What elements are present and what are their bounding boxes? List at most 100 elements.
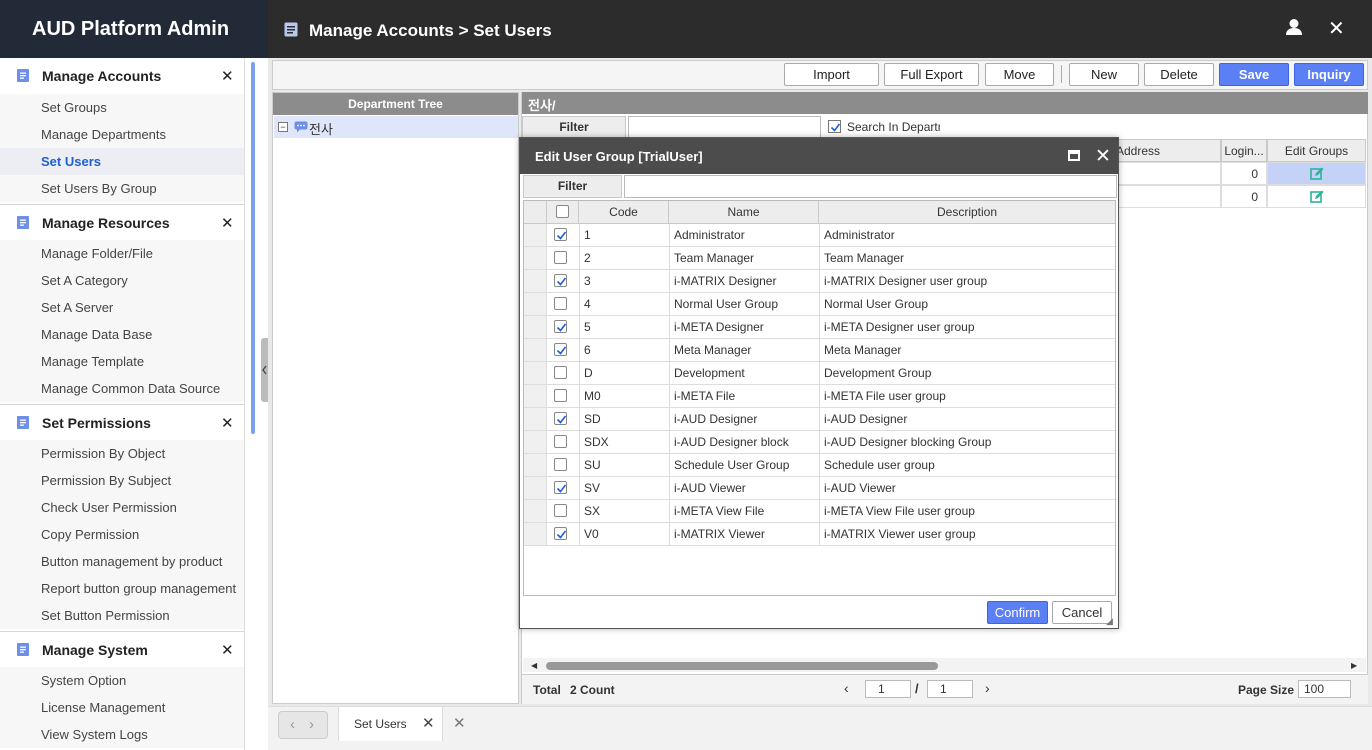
sidebar-scrollbar[interactable] [251,62,255,434]
tree-node-root[interactable]: − 전사 [274,116,518,138]
close-icon[interactable]: ✕ [221,414,234,432]
close-icon[interactable]: ✕ [221,641,234,659]
sidebar-item-manage-folder-file[interactable]: Manage Folder/File [0,240,244,267]
row-checkbox[interactable] [554,251,567,264]
table-row[interactable]: SV i-AUD Viewer i-AUD Viewer [524,477,1115,500]
horizontal-scrollbar[interactable]: ◀ ▶ [523,658,1366,672]
sidebar-item-manage-departments[interactable]: Manage Departments [0,121,244,148]
sidebar-item-set-a-category[interactable]: Set A Category [0,267,244,294]
row-checkbox[interactable] [554,343,567,356]
table-row[interactable]: 1 Administrator Administrator [524,224,1115,247]
maximize-icon[interactable] [1068,150,1080,161]
row-checkbox[interactable] [554,458,567,471]
col-address[interactable]: Address [1113,139,1221,162]
collapse-icon[interactable]: − [278,122,288,132]
tab-prev-icon[interactable]: ‹ [290,716,295,733]
close-icon[interactable]: ✕ [1328,16,1345,41]
row-checkbox[interactable] [554,274,567,287]
sidebar-item-set-users[interactable]: Set Users [0,148,244,175]
sidebar-group-manage-resources[interactable]: Manage Resources ✕ [0,204,244,240]
sidebar-item-manage-template[interactable]: Manage Template [0,348,244,375]
sidebar-item-copy-permission[interactable]: Copy Permission [0,521,244,548]
sidebar-item-set-users-by-group[interactable]: Set Users By Group [0,175,244,202]
table-row[interactable]: 6 Meta Manager Meta Manager [524,339,1115,362]
page-input[interactable]: 1 [865,680,911,698]
table-row[interactable]: 2 Team Manager Team Manager [524,247,1115,270]
table-row[interactable]: D Development Development Group [524,362,1115,385]
edit-groups-cell[interactable] [1267,162,1366,185]
sidebar-item-system-option[interactable]: System Option [0,667,244,694]
sidebar-item-license-management[interactable]: License Management [0,694,244,721]
sidebar-item-set-button-permission[interactable]: Set Button Permission [0,602,244,629]
scroll-thumb[interactable] [546,662,938,670]
row-checkbox[interactable] [554,320,567,333]
row-checkbox[interactable] [554,435,567,448]
row-checkbox[interactable] [554,527,567,540]
resize-handle-icon[interactable]: ◢ [1106,616,1113,627]
sidebar-group-manage-system[interactable]: Manage System ✕ [0,631,244,667]
sidebar-item-manage-data-base[interactable]: Manage Data Base [0,321,244,348]
scroll-right-icon[interactable]: ▶ [1351,661,1357,670]
row-checkbox[interactable] [554,297,567,310]
table-row[interactable]: 3 i-MATRIX Designer i-MATRIX Designer user… [524,270,1115,293]
sidebar-item-view-system-logs[interactable]: View System Logs [0,721,244,748]
table-row[interactable]: M0 i-META File i-META File user group [524,385,1115,408]
table-row[interactable]: 4 Normal User Group Normal User Group [524,293,1115,316]
table-row[interactable]: SDX i-AUD Designer block i-AUD Designer bl… [524,431,1115,454]
row-checkbox[interactable] [554,389,567,402]
filter-input[interactable] [624,175,1117,198]
row-checkbox[interactable] [554,504,567,517]
row-checkbox[interactable] [554,412,567,425]
select-all-checkbox[interactable] [556,205,569,218]
new-button[interactable]: New [1069,63,1139,86]
close-icon[interactable]: ✕ [221,214,234,232]
import-button[interactable]: Import [784,63,879,86]
sidebar-item-button-management[interactable]: Button management by product [0,548,244,575]
edit-icon[interactable] [1309,190,1324,207]
sidebar-item-set-groups[interactable]: Set Groups [0,94,244,121]
page-size-input[interactable]: 100 [1298,680,1351,698]
row-checkbox[interactable] [554,366,567,379]
full-export-button[interactable]: Full Export [884,63,979,86]
col-name[interactable]: Name [669,201,819,224]
cancel-button[interactable]: Cancel [1052,601,1112,624]
row-checkbox[interactable] [554,228,567,241]
sidebar-group-manage-accounts[interactable]: Manage Accounts ✕ [0,58,244,94]
table-row[interactable]: SU Schedule User Group Schedule user group [524,454,1115,477]
edit-groups-cell[interactable] [1267,185,1366,208]
user-icon[interactable] [1285,18,1303,39]
close-icon[interactable]: ✕ [1095,145,1111,168]
search-in-department-checkbox[interactable] [828,120,841,133]
delete-button[interactable]: Delete [1144,63,1214,86]
table-row[interactable]: SD i-AUD Designer i-AUD Designer [524,408,1115,431]
sidebar-item-check-user-permission[interactable]: Check User Permission [0,494,244,521]
tab-next-icon[interactable]: › [309,716,314,733]
edit-icon[interactable] [1309,167,1324,184]
sidebar-item-permission-by-object[interactable]: Permission By Object [0,440,244,467]
confirm-button[interactable]: Confirm [987,601,1048,624]
table-row[interactable]: SX i-META View File i-META View File user … [524,500,1115,523]
next-page-icon[interactable]: › [985,680,990,696]
col-login[interactable]: Login... [1221,139,1267,162]
table-row[interactable]: 5 i-META Designer i-META Designer user gro… [524,316,1115,339]
inquiry-button[interactable]: Inquiry [1294,63,1364,86]
row-checkbox[interactable] [554,481,567,494]
sidebar-item-report-button-group[interactable]: Report button group management [0,575,244,602]
sidebar-collapse-handle[interactable] [261,338,268,402]
scroll-left-icon[interactable]: ◀ [531,661,537,670]
col-edit-groups[interactable]: Edit Groups [1267,139,1366,162]
col-description[interactable]: Description [819,201,1115,224]
close-all-icon[interactable]: ✕ [453,714,466,732]
sidebar-group-set-permissions[interactable]: Set Permissions ✕ [0,404,244,440]
close-icon[interactable]: ✕ [221,67,234,85]
save-button[interactable]: Save [1219,63,1289,86]
tab-set-users[interactable]: Set Users ✕ [338,707,443,741]
prev-page-icon[interactable]: ‹ [844,680,849,696]
table-row[interactable]: V0 i-MATRIX Viewer i-MATRIX Viewer user gr… [524,523,1115,546]
filter-input[interactable] [628,116,821,138]
close-icon[interactable]: ✕ [422,714,435,732]
sidebar-item-permission-by-subject[interactable]: Permission By Subject [0,467,244,494]
sidebar-item-manage-common-data-source[interactable]: Manage Common Data Source [0,375,244,402]
move-button[interactable]: Move [985,63,1054,86]
sidebar-item-set-a-server[interactable]: Set A Server [0,294,244,321]
